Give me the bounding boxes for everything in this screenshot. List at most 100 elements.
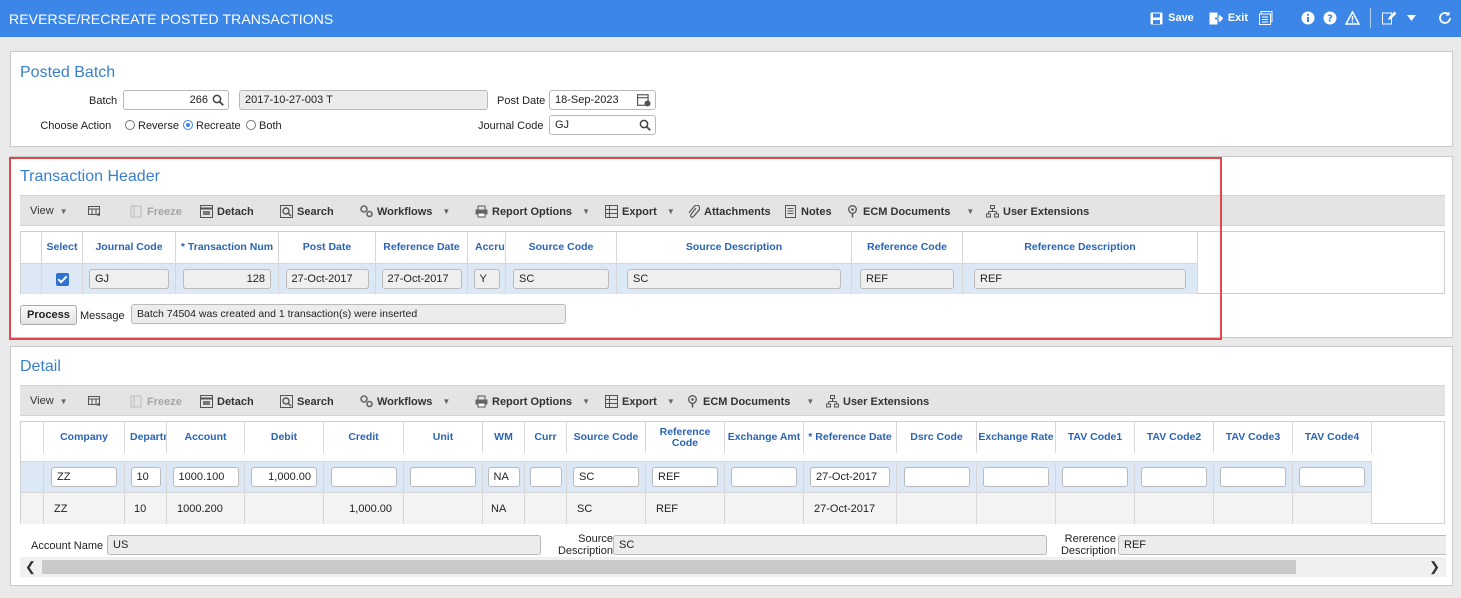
svg-text:?: ? [1327, 14, 1333, 25]
action-radio-both[interactable]: Both [246, 120, 282, 132]
column-header-exchange-rate[interactable]: Exchange Rate [977, 422, 1056, 453]
column-header-wm[interactable]: WM [483, 422, 525, 453]
debit-cell[interactable]: 1,000.00 [245, 462, 324, 492]
edit-icon[interactable] [1381, 10, 1397, 26]
report-icon[interactable] [1258, 10, 1274, 26]
reference-date-cell[interactable]: 27-Oct-2017 [804, 493, 897, 524]
table-row[interactable]: ZZ 10 1000.200 1,000.00 NA SC REF 27-Oct… [21, 492, 1372, 524]
report-options-menu[interactable]: Report Options ▼ [475, 395, 590, 408]
report-options-label: Report Options [492, 395, 573, 408]
search-icon[interactable] [212, 94, 224, 106]
column-header-reference-date[interactable]: * Reference Date [804, 422, 897, 453]
action-reverse-label: Reverse [138, 120, 179, 132]
tav-code3-cell[interactable] [1214, 493, 1293, 524]
wm-cell[interactable]: NA [483, 493, 525, 524]
ecm-documents-menu[interactable]: ECM Documents ▼ [686, 395, 814, 408]
column-header-tav-code3[interactable]: TAV Code3 [1214, 422, 1293, 453]
action-radio-reverse[interactable]: Reverse [125, 120, 179, 132]
department-cell[interactable]: 10 [125, 493, 167, 524]
horizontal-scrollbar[interactable]: ❮ ❯ [20, 557, 1446, 577]
source-code-cell[interactable]: SC [567, 493, 646, 524]
tav-code2-cell[interactable] [1135, 462, 1214, 492]
account-cell[interactable]: 1000.100 [167, 462, 245, 492]
company-cell[interactable]: ZZ [44, 493, 125, 524]
column-header-debit[interactable]: Debit [245, 422, 324, 453]
action-radio-recreate[interactable]: Recreate [183, 120, 241, 132]
search-button[interactable]: Search [280, 395, 334, 408]
reference-code-cell[interactable]: REF [646, 462, 725, 492]
column-header-account[interactable]: Account [167, 422, 245, 453]
dsrc-code-cell[interactable] [897, 493, 977, 524]
department-cell[interactable]: 10 [125, 462, 167, 492]
workflows-menu[interactable]: Workflows ▼ [360, 395, 450, 408]
column-header-credit[interactable]: Credit [324, 422, 404, 453]
unit-cell[interactable] [404, 462, 483, 492]
radio-both[interactable] [246, 120, 256, 130]
column-header-unit[interactable]: Unit [404, 422, 483, 453]
column-header-tav-code1[interactable]: TAV Code1 [1056, 422, 1135, 453]
tav-code1-cell[interactable] [1056, 462, 1135, 492]
warning-icon[interactable] [1344, 10, 1360, 26]
search-icon[interactable] [639, 119, 651, 131]
department-value: 10 [130, 467, 161, 487]
user-extensions-icon [826, 395, 839, 408]
unit-cell[interactable] [404, 493, 483, 524]
detach-button[interactable]: Detach [200, 395, 254, 408]
wm-cell[interactable]: NA [483, 462, 525, 492]
reference-date-cell[interactable]: 27-Oct-2017 [804, 462, 897, 492]
credit-value: 1,000.00 [349, 502, 392, 515]
batch-label: Batch [89, 95, 118, 107]
exchange-rate-cell[interactable] [977, 493, 1056, 524]
tav-code1-cell[interactable] [1056, 493, 1135, 524]
journal-code-input[interactable]: GJ [549, 115, 656, 135]
column-header-department[interactable]: Department [125, 422, 167, 453]
dsrc-code-cell[interactable] [897, 462, 977, 492]
calendar-icon[interactable] [637, 93, 651, 107]
curr-cell[interactable] [525, 493, 567, 524]
batch-input[interactable]: 266 [123, 90, 229, 110]
tav-code4-cell[interactable] [1293, 462, 1372, 492]
column-header-exchange-amt[interactable]: Exchange Amt [725, 422, 804, 453]
debit-cell[interactable] [245, 493, 324, 524]
scroll-right-icon[interactable]: ❯ [1429, 559, 1440, 575]
column-header-company[interactable]: Company [44, 422, 125, 453]
tav-code2-cell[interactable] [1135, 493, 1214, 524]
company-cell[interactable]: ZZ [44, 462, 125, 492]
radio-recreate[interactable] [183, 120, 193, 130]
column-header-dsrc-code[interactable]: Dsrc Code [897, 422, 977, 453]
post-date-input[interactable]: 18-Sep-2023 [549, 90, 656, 110]
column-header-reference-code[interactable]: Reference Code [646, 422, 725, 453]
column-header-source-code[interactable]: Source Code [567, 422, 646, 453]
curr-cell[interactable] [525, 462, 567, 492]
help-icon[interactable]: ? [1322, 10, 1338, 26]
exit-button[interactable]: Exit [1204, 10, 1252, 26]
chevron-down-icon[interactable] [1403, 10, 1419, 26]
source-code-cell[interactable]: SC [567, 462, 646, 492]
reference-code-cell[interactable]: REF [646, 493, 725, 524]
exchange-rate-cell[interactable] [977, 462, 1056, 492]
credit-cell[interactable]: 1,000.00 [324, 493, 404, 524]
batch-value: 266 [189, 94, 208, 106]
scrollbar-thumb[interactable] [42, 560, 1296, 574]
tav-code4-value [1299, 467, 1365, 487]
info-icon[interactable] [1300, 10, 1316, 26]
column-header-curr[interactable]: Curr [525, 422, 567, 453]
user-extensions-button[interactable]: User Extensions [826, 395, 929, 408]
account-cell[interactable]: 1000.200 [167, 493, 245, 524]
view-menu[interactable]: View ▼ [30, 395, 68, 407]
save-button[interactable]: Save [1144, 10, 1198, 26]
scroll-left-icon[interactable]: ❮ [25, 559, 36, 575]
refresh-icon[interactable] [1437, 10, 1453, 26]
table-row[interactable]: ZZ 10 1000.100 1,000.00 NA SC REF 27-Oct… [21, 461, 1372, 492]
export-menu[interactable]: Export ▼ [605, 395, 675, 408]
credit-cell[interactable] [324, 462, 404, 492]
tav-code3-cell[interactable] [1214, 462, 1293, 492]
exchange-amt-cell[interactable] [725, 462, 804, 492]
radio-reverse[interactable] [125, 120, 135, 130]
freeze-button[interactable]: Freeze [130, 395, 182, 408]
tav-code4-cell[interactable] [1293, 493, 1372, 524]
exchange-amt-cell[interactable] [725, 493, 804, 524]
column-header-tav-code4[interactable]: TAV Code4 [1293, 422, 1372, 453]
column-header-tav-code2[interactable]: TAV Code2 [1135, 422, 1214, 453]
filter-button[interactable] [88, 395, 101, 408]
